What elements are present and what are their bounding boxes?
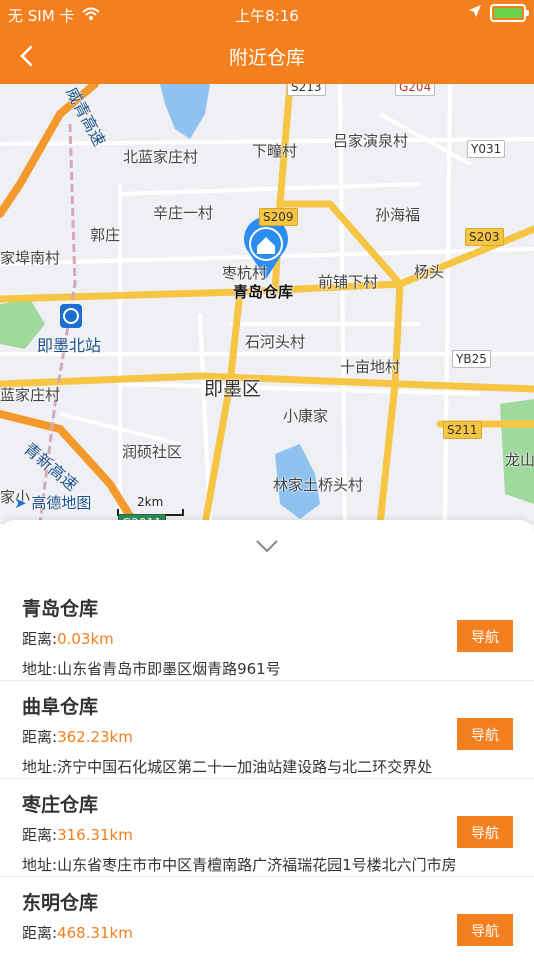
navigate-button[interactable]: 导航 <box>457 816 513 848</box>
place-label: 吕家演泉村 <box>333 132 409 150</box>
marker-label[interactable]: 青岛仓库 <box>233 281 293 302</box>
amap-logo: ➤ 高德地图 <box>14 494 92 512</box>
warehouse-distance: 距离:468.31km <box>22 924 133 942</box>
scale-label: 2km <box>137 495 164 509</box>
place-label: 枣杭村 <box>222 264 268 282</box>
warehouse-address: 地址:济宁中国石化城区第二十一加油站建设路与北二环交界处 <box>22 758 433 776</box>
location-arrow-icon <box>468 4 482 22</box>
chevron-down-icon <box>256 540 278 553</box>
warehouse-address: 地址:山东省枣庄市市中区青檀南路广济福瑞花园1号楼北六门市房 <box>22 856 457 874</box>
navigate-button[interactable]: 导航 <box>457 718 513 750</box>
place-label: 郭庄 <box>90 226 121 244</box>
place-label: 下疃村 <box>252 142 298 160</box>
map-view[interactable]: 威青高速 北蓝家庄村 下疃村 吕家演泉村 辛庄一村 孙海福 郭庄 家埠南村 枣杭… <box>0 84 534 524</box>
road-tag: YB25 <box>452 350 491 368</box>
page-title: 附近仓库 <box>228 47 305 69</box>
place-label: 润硕社区 <box>122 443 183 461</box>
warehouse-name: 青岛仓库 <box>22 598 99 620</box>
list-item[interactable]: 枣庄仓库 距离:316.31km 导航 地址:山东省枣庄市市中区青檀南路广济福瑞… <box>0 778 534 877</box>
road-tag: S211 <box>443 421 482 439</box>
place-label: 蓝家庄村 <box>0 386 61 404</box>
road-tag: Y031 <box>467 140 506 158</box>
battery-icon <box>490 4 529 22</box>
warehouse-distance: 距离:362.23km <box>22 728 133 746</box>
list-item[interactable]: 东明仓库 距离:468.31km 导航 <box>0 876 534 974</box>
district-label: 即墨区 <box>204 378 262 400</box>
warehouse-name: 枣庄仓库 <box>22 794 99 816</box>
place-label: 龙山 <box>505 451 534 469</box>
navigate-button[interactable]: 导航 <box>457 620 513 652</box>
road-tag: S213 <box>287 84 326 96</box>
place-label: 十亩地村 <box>340 358 401 376</box>
collapse-button[interactable] <box>254 538 280 554</box>
place-label: 即墨北站 <box>37 336 102 355</box>
place-label: 北蓝家庄村 <box>123 148 199 166</box>
place-label: 辛庄一村 <box>153 204 214 222</box>
warehouse-distance: 距离:316.31km <box>22 826 133 844</box>
place-label: 石河头村 <box>245 333 306 351</box>
place-label: 林家土桥头村 <box>273 476 364 494</box>
place-label: 家埠南村 <box>0 249 61 267</box>
place-label: 前铺下村 <box>318 273 379 291</box>
place-label: 孙海福 <box>375 206 421 224</box>
navigate-button[interactable]: 导航 <box>457 914 513 946</box>
road-tag: S209 <box>259 208 298 226</box>
list-item[interactable]: 曲阜仓库 距离:362.23km 导航 地址:济宁中国石化城区第二十一加油站建设… <box>0 680 534 779</box>
warehouse-name: 曲阜仓库 <box>22 696 99 718</box>
clock: 上午8:16 <box>235 7 299 25</box>
train-station-icon <box>60 304 82 328</box>
status-bar: 无 SIM 卡 上午8:16 <box>0 0 534 28</box>
road-tag: G204 <box>395 84 436 96</box>
warehouse-list-sheet: 青岛仓库 距离:0.03km 导航 地址:山东省青岛市即墨区烟青路961号 曲阜… <box>0 520 534 950</box>
warehouse-distance: 距离:0.03km <box>22 630 114 648</box>
list-item[interactable]: 青岛仓库 距离:0.03km 导航 地址:山东省青岛市即墨区烟青路961号 <box>0 582 534 681</box>
road-tag: S203 <box>465 228 504 246</box>
place-label: 杨头 <box>414 263 445 281</box>
nav-bar: 附近仓库 <box>0 28 534 84</box>
warehouse-address: 地址:山东省青岛市即墨区烟青路961号 <box>22 660 281 678</box>
warehouse-name: 东明仓库 <box>22 892 99 914</box>
place-label: 小康家 <box>283 407 329 425</box>
amap-logo-icon: ➤ <box>14 494 27 512</box>
